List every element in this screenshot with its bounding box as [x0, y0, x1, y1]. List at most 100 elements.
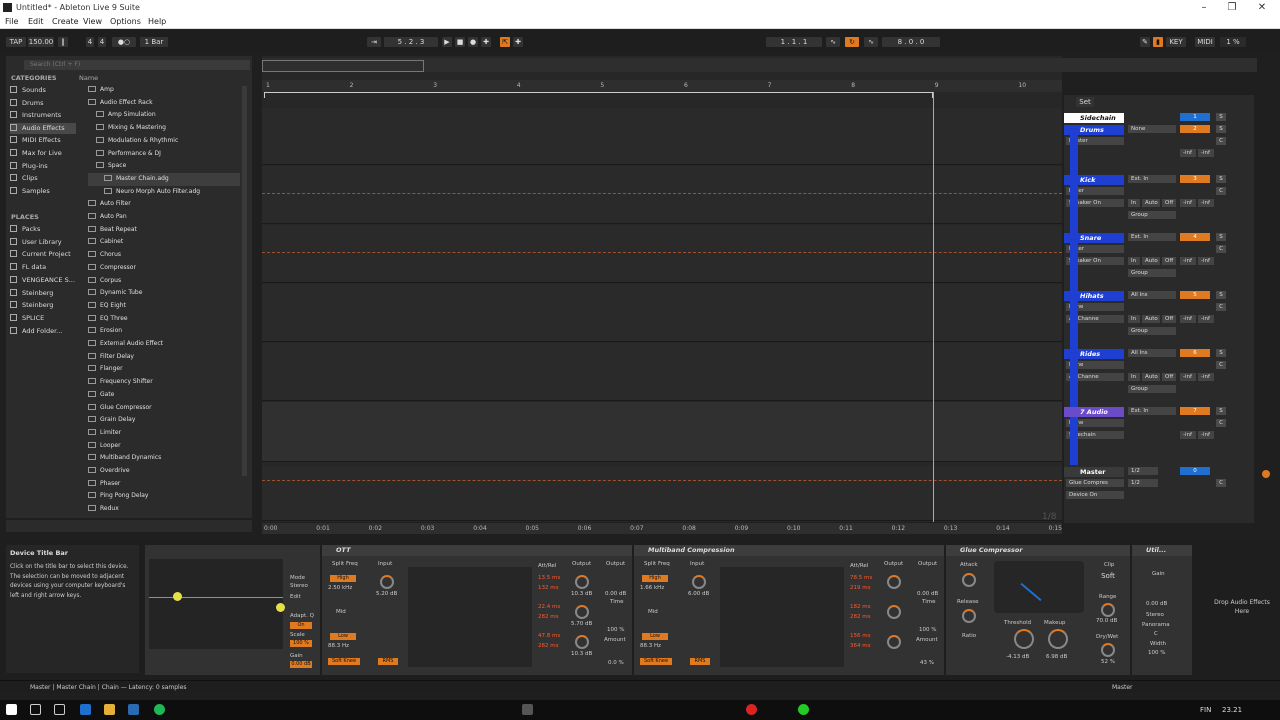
category-clips[interactable]: Clips — [10, 173, 76, 184]
browser-item[interactable]: Audio Effect Rack — [88, 97, 240, 110]
track-lane-hihats[interactable] — [262, 284, 1062, 342]
solo-button[interactable]: S — [1216, 233, 1226, 241]
volume-value[interactable]: -inf — [1180, 431, 1196, 439]
pan-value[interactable]: -inf — [1198, 199, 1214, 207]
browser-item[interactable]: Grain Delay — [88, 414, 240, 427]
ott-output-low-knob[interactable] — [575, 635, 589, 649]
place-steinberg[interactable]: Steinberg — [10, 288, 76, 299]
crossfade-button[interactable]: C — [1216, 303, 1226, 311]
spotify-icon[interactable] — [154, 704, 165, 715]
key-map-icon[interactable]: ▮ — [1153, 37, 1163, 47]
quantize-select[interactable]: 1 Bar — [140, 37, 168, 47]
name-column-header[interactable]: Name — [79, 74, 98, 82]
close-button[interactable]: ✕ — [1248, 1, 1276, 15]
tempo-field[interactable]: 150.00 — [28, 37, 54, 47]
loop-length-field[interactable]: 8 . 0 . 0 — [882, 37, 940, 47]
browser-item[interactable]: EQ Eight — [88, 300, 240, 313]
master-ratio-2[interactable]: 1/2 — [1128, 479, 1158, 487]
ott-title[interactable]: OTT — [322, 545, 632, 556]
menu-create[interactable]: Create — [52, 17, 79, 26]
browser-item[interactable]: Corpus — [88, 275, 240, 288]
eq-mode-value[interactable]: Stereo — [290, 583, 308, 589]
browser-item[interactable]: Compressor — [88, 262, 240, 275]
master-device-select[interactable]: Device On — [1066, 491, 1124, 499]
taskview-icon[interactable] — [54, 704, 65, 715]
menu-file[interactable]: File — [5, 17, 18, 26]
browser-item[interactable]: Auto Filter — [88, 198, 240, 211]
monitor-off[interactable]: Off — [1162, 315, 1176, 323]
category-midi-effects[interactable]: MIDI Effects — [10, 135, 76, 146]
ott-release-high[interactable]: 132 ms — [538, 585, 558, 591]
browser-item[interactable]: Overdrive — [88, 465, 240, 478]
track-name[interactable]: Hihats — [1064, 291, 1124, 301]
solo-button[interactable]: S — [1216, 291, 1226, 299]
punch-out-icon[interactable]: ∿ — [864, 37, 878, 47]
crossfade-button[interactable]: C — [1216, 361, 1226, 369]
track-number[interactable]: 4 — [1180, 233, 1210, 241]
mb-high-button[interactable]: High — [642, 575, 668, 582]
clock[interactable]: 23.21 — [1222, 706, 1242, 714]
volume-value[interactable]: -inf — [1180, 315, 1196, 323]
punch-in-icon[interactable]: ∿ — [826, 37, 840, 47]
draw-mode-icon[interactable]: ✎ — [1140, 37, 1150, 47]
ott-output-high-knob[interactable] — [575, 575, 589, 589]
mb-attack-high[interactable]: 78.5 ms — [850, 575, 872, 581]
volume-value[interactable]: -inf — [1180, 257, 1196, 265]
pan-value[interactable]: -inf — [1198, 373, 1214, 381]
glue-range-knob[interactable] — [1101, 603, 1115, 617]
master-number[interactable]: 0 — [1180, 467, 1210, 475]
glue-attack-knob[interactable] — [962, 573, 976, 587]
mb-low-button[interactable]: Low — [642, 633, 668, 640]
place-packs[interactable]: Packs — [10, 224, 76, 235]
pan-value[interactable]: -inf — [1198, 149, 1214, 157]
solo-button[interactable]: S — [1216, 349, 1226, 357]
track-name[interactable]: Kick — [1064, 175, 1124, 185]
monitor-in[interactable]: In — [1128, 199, 1140, 207]
mb-output-high-knob[interactable] — [887, 575, 901, 589]
browser-item[interactable]: Dynamic Tube — [88, 287, 240, 300]
crossfade-button[interactable]: C — [1216, 187, 1226, 195]
browser-item[interactable]: Amp Simulation — [88, 109, 240, 122]
mb-rms[interactable]: RMS — [690, 658, 710, 665]
group-select[interactable]: Group — [1128, 327, 1176, 335]
ableton-taskbar-icon[interactable] — [522, 704, 533, 715]
record-icon[interactable]: ● — [468, 37, 478, 47]
track-number[interactable]: 2 — [1180, 125, 1210, 133]
mb-soft-knee[interactable]: Soft Knee — [640, 658, 672, 665]
ott-output-mid-knob[interactable] — [575, 605, 589, 619]
browser-search-input[interactable]: Search (Ctrl + F) — [24, 60, 250, 70]
input-type-select[interactable]: Ext. In — [1128, 233, 1176, 241]
track-lane-snare[interactable] — [262, 225, 1062, 283]
monitor-auto[interactable]: Auto — [1142, 257, 1160, 265]
browser-item[interactable]: Looper — [88, 440, 240, 453]
search-icon[interactable] — [30, 704, 41, 715]
stop-icon[interactable]: ■ — [455, 37, 465, 47]
ott-attack-mid[interactable]: 22.4 ms — [538, 604, 560, 610]
ott-attack-high[interactable]: 13.5 ms — [538, 575, 560, 581]
overdub-icon[interactable]: ✚ — [481, 37, 491, 47]
track-name[interactable]: Sidechain — [1064, 113, 1124, 123]
monitor-auto[interactable]: Auto — [1142, 373, 1160, 381]
glue-threshold-knob[interactable] — [1014, 629, 1034, 649]
browser-item[interactable]: Redux — [88, 503, 240, 516]
start-icon[interactable] — [6, 704, 17, 715]
mb-output-low-knob[interactable] — [887, 635, 901, 649]
overview-window[interactable] — [262, 60, 424, 72]
solo-button[interactable]: S — [1216, 407, 1226, 415]
category-sounds[interactable]: Sounds — [10, 85, 76, 96]
gain-value[interactable]: 0.00 dB — [290, 661, 312, 668]
glue-release-knob[interactable] — [962, 609, 976, 623]
track-lane-rides[interactable] — [262, 343, 1062, 401]
drop-zone[interactable]: Drop Audio Effects Here — [1210, 598, 1274, 616]
group-select[interactable]: Group — [1128, 269, 1176, 277]
browser-item[interactable]: Performance & DJ — [88, 148, 240, 161]
browser-item[interactable]: Beat Repeat — [88, 224, 240, 237]
sig-numerator[interactable]: 4 — [86, 37, 94, 47]
monitor-in[interactable]: In — [1128, 373, 1140, 381]
track-lane-master[interactable] — [262, 466, 1062, 521]
place-fl-data[interactable]: FL data — [10, 262, 76, 273]
group-select[interactable]: Group — [1128, 211, 1176, 219]
input-type-select[interactable]: All Ins — [1128, 291, 1176, 299]
recorder-icon[interactable] — [746, 704, 757, 715]
scale-value[interactable]: 100 % — [290, 640, 312, 647]
